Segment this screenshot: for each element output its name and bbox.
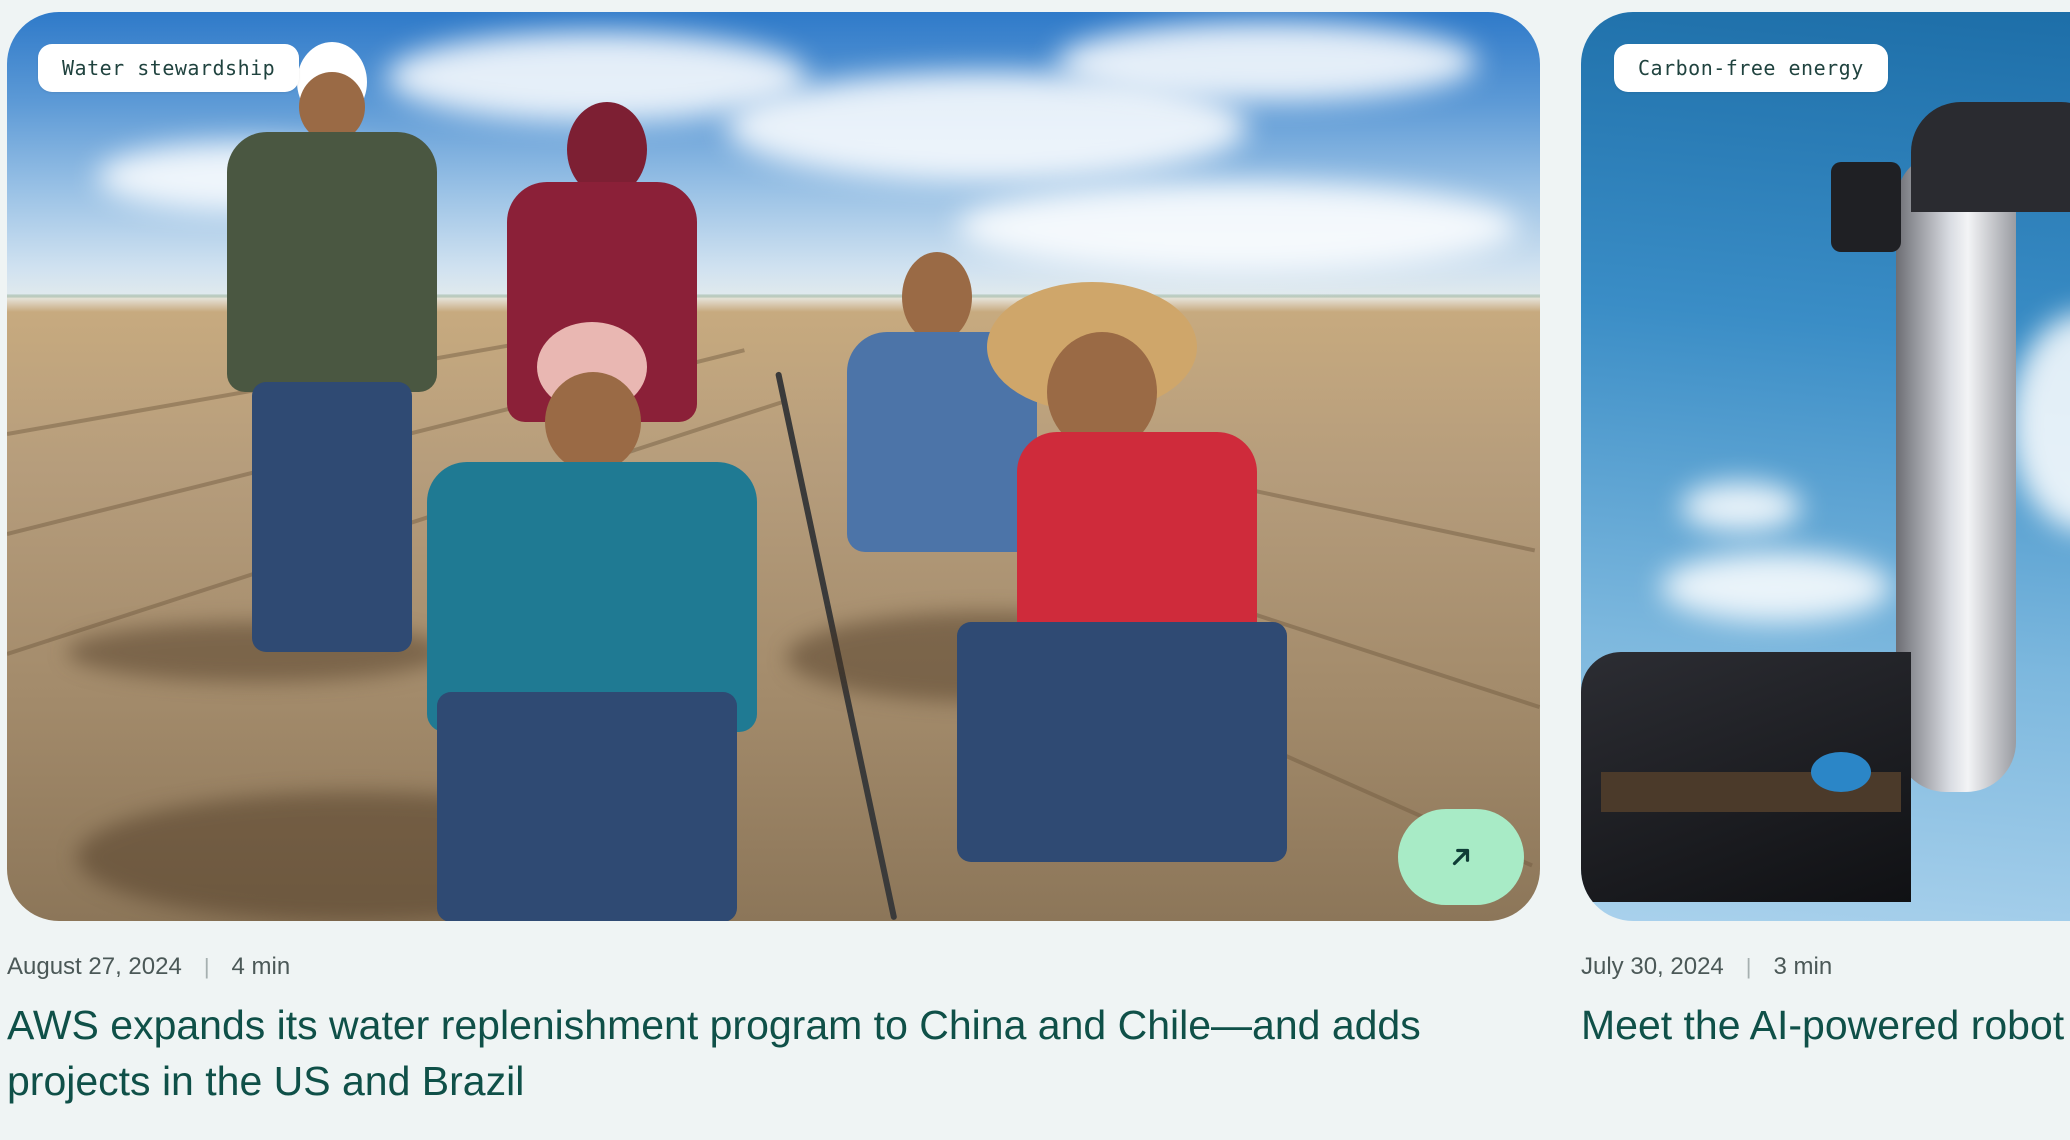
article-meta: August 27, 2024 | 4 min [7,951,1540,983]
meta-divider: | [203,954,210,979]
article-card[interactable]: Water stewardship August 27, 2024 | 4 mi… [7,12,1540,1109]
article-title[interactable]: Meet the AI-powered robot [1581,997,2070,1053]
article-card[interactable]: Carbon-free energy July 30, 2024 | 3 min… [1581,12,2070,1053]
farm-workers-photo [7,12,1540,921]
article-title[interactable]: AWS expands its water replenishment prog… [7,997,1487,1109]
article-meta: July 30, 2024 | 3 min [1581,951,2070,983]
article-date: August 27, 2024 [7,953,182,980]
meta-divider: | [1745,954,1752,979]
robot-arm-photo [1581,12,2070,921]
article-image[interactable]: Water stewardship [7,12,1540,921]
category-tag[interactable]: Water stewardship [38,44,300,92]
article-image[interactable]: Carbon-free energy [1581,12,2070,921]
open-article-button[interactable] [1398,809,1524,905]
article-date: July 30, 2024 [1581,953,1724,980]
category-tag[interactable]: Carbon-free energy [1614,44,1888,92]
read-time: 4 min [231,953,291,980]
read-time: 3 min [1773,953,1833,980]
arrow-up-right-icon [1452,848,1470,866]
